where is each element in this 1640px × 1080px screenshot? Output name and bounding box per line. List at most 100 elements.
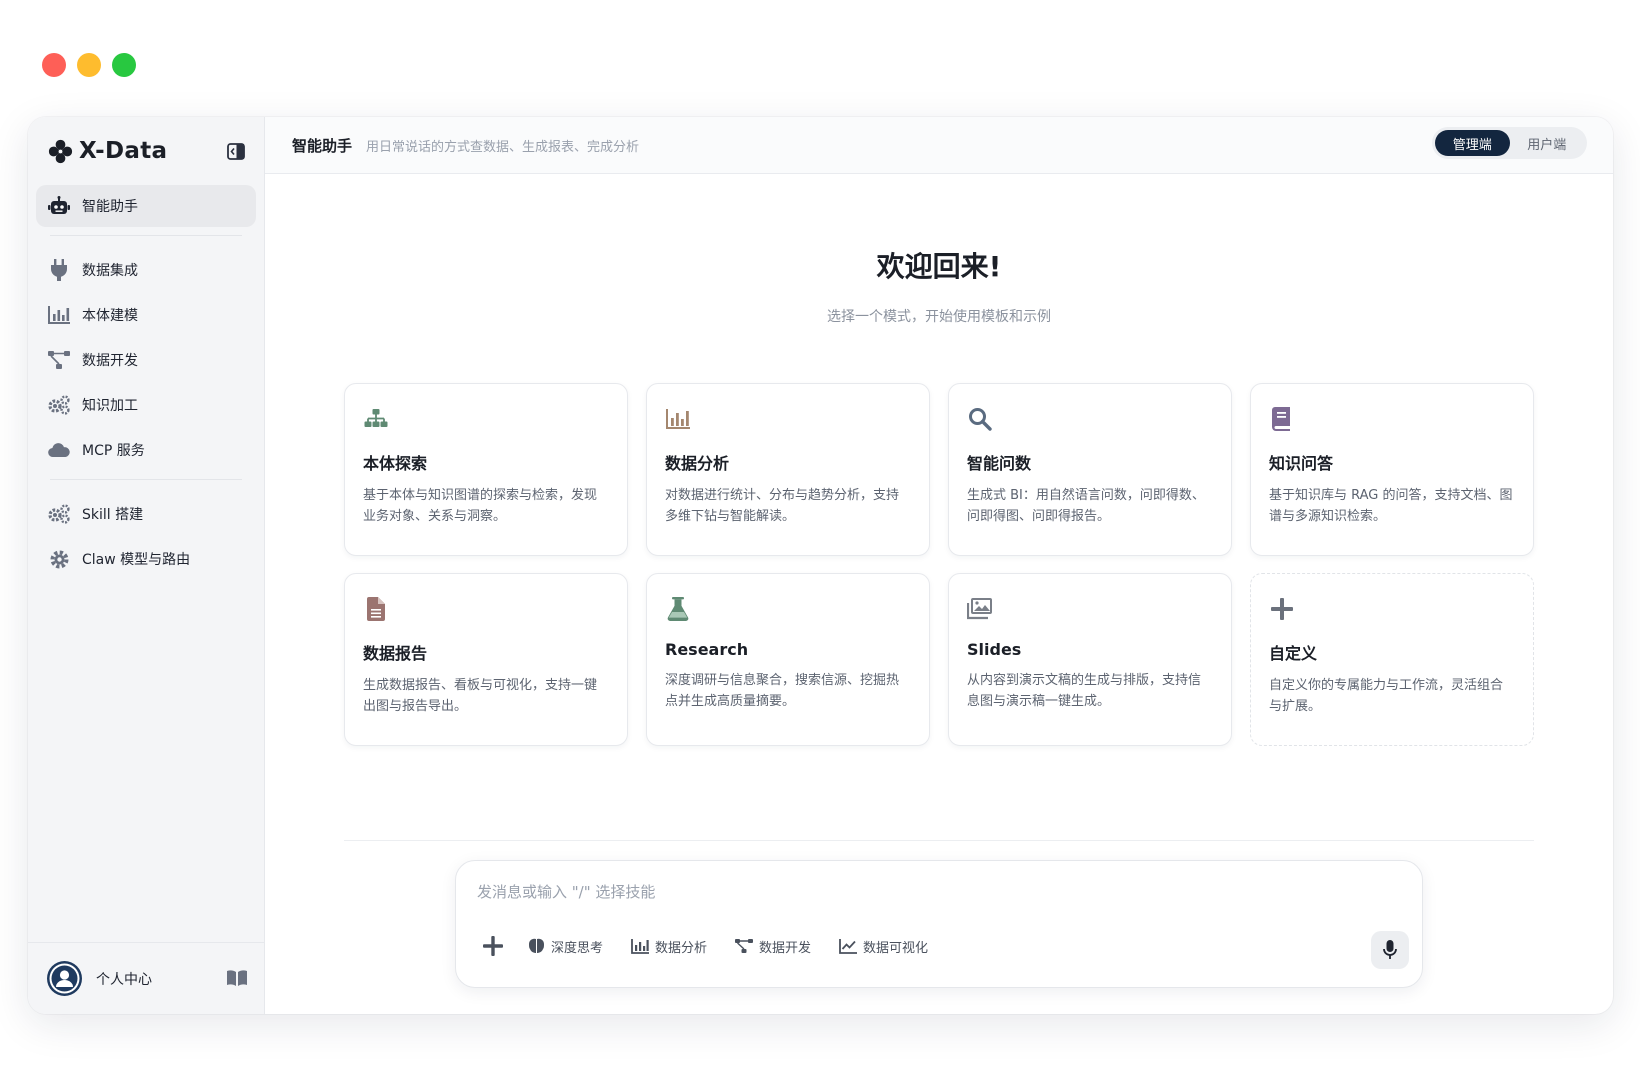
images-icon — [967, 596, 993, 622]
main-panel: 智能助手 用日常说话的方式查数据、生成报表、完成分析 管理端 用户端 欢迎回来!… — [265, 117, 1613, 1014]
card-knowledge-qa[interactable]: 知识问答 基于知识库与 RAG 的问答，支持文档、图谱与多源知识检索。 — [1250, 383, 1534, 556]
plug-icon — [48, 259, 70, 281]
sidebar-item-label: 本体建模 — [82, 308, 138, 324]
card-slides[interactable]: Slides 从内容到演示文稿的生成与排版，支持信息图与演示稿一键生成。 — [948, 573, 1232, 746]
bar-chart-icon — [48, 304, 70, 326]
plus-icon — [483, 936, 503, 956]
book-icon — [1269, 406, 1295, 432]
tool-label: 数据可视化 — [863, 940, 929, 956]
sidebar-item-data-integration[interactable]: 数据集成 — [36, 249, 256, 291]
plus-icon — [1269, 596, 1295, 622]
user-role-button[interactable]: 用户端 — [1510, 130, 1585, 156]
sidebar-item-label: 数据集成 — [82, 263, 138, 279]
card-title: Slides — [967, 640, 1022, 659]
page-subtitle: 用日常说话的方式查数据、生成报表、完成分析 — [366, 139, 640, 155]
sidebar-item-ontology-modeling[interactable]: 本体建模 — [36, 294, 256, 336]
maximize-window-button[interactable] — [112, 53, 136, 77]
sidebar-item-label: MCP 服务 — [82, 443, 145, 459]
card-ontology-explore[interactable]: 本体探索 基于本体与知识图谱的探索与检索，发现业务对象、关系与洞察。 — [344, 383, 628, 556]
card-title: 本体探索 — [363, 454, 428, 473]
composer-toolbar: 深度思考 数据分析 数据开发 数据可视化 — [482, 935, 956, 957]
sidebar-item-mcp-service[interactable]: MCP 服务 — [36, 429, 256, 471]
sidebar-item-knowledge-processing[interactable]: 知识加工 — [36, 384, 256, 426]
gear-icon — [48, 548, 70, 570]
flow-icon — [735, 939, 754, 953]
card-research[interactable]: Research 深度调研与信息聚合，搜索信源、挖掘热点并生成高质量摘要。 — [646, 573, 930, 746]
avatar[interactable] — [47, 961, 82, 996]
deep-thinking-button[interactable]: 深度思考 — [528, 937, 603, 956]
sidebar-item-data-development[interactable]: 数据开发 — [36, 339, 256, 381]
sidebar-nav: 智能助手 数据集成 本体建模 数据开发 知识加工 MCP 服务 Skill 搭建… — [36, 185, 256, 583]
sidebar-item-skill-builder[interactable]: Skill 搭建 — [36, 493, 256, 535]
robot-icon — [48, 195, 70, 217]
page-title: 智能助手 — [292, 136, 353, 155]
card-title: 智能问数 — [967, 454, 1032, 473]
bar-chart-icon — [665, 406, 691, 432]
card-description: 生成数据报告、看板与可视化，支持一键出图与报告导出。 — [363, 678, 598, 714]
message-composer: 深度思考 数据分析 数据开发 数据可视化 — [455, 860, 1423, 988]
sidebar-item-label: 智能助手 — [82, 199, 138, 215]
sidebar-item-label: Skill 搭建 — [82, 507, 144, 523]
data-analysis-tool-button[interactable]: 数据分析 — [631, 937, 707, 956]
brand-logo-icon — [48, 139, 73, 163]
add-attachment-button[interactable] — [482, 935, 504, 957]
welcome-title: 欢迎回来! — [876, 250, 1002, 283]
card-title: 数据报告 — [363, 644, 428, 663]
data-visualization-tool-button[interactable]: 数据可视化 — [839, 937, 928, 956]
flask-icon — [665, 596, 691, 622]
card-title: 数据分析 — [665, 454, 730, 473]
window-controls — [42, 53, 136, 77]
tool-label: 深度思考 — [551, 940, 604, 956]
data-development-tool-button[interactable]: 数据开发 — [735, 937, 811, 956]
line-chart-icon — [839, 938, 858, 954]
card-data-analysis[interactable]: 数据分析 对数据进行统计、分布与趋势分析，支持多维下钻与智能解读。 — [646, 383, 930, 556]
card-title: 知识问答 — [1269, 454, 1334, 473]
sidebar: X-Data 智能助手 数据集成 本体建模 数据开发 知识加工 MCP 服务 S… — [28, 117, 265, 1014]
file-icon — [363, 596, 389, 622]
sidebar-divider — [50, 479, 242, 480]
card-description: 基于知识库与 RAG 的问答，支持文档、图谱与多源知识检索。 — [1269, 488, 1513, 524]
sidebar-footer: 个人中心 — [28, 942, 264, 1014]
mode-cards: 本体探索 基于本体与知识图谱的探索与检索，发现业务对象、关系与洞察。 数据分析 … — [344, 383, 1534, 746]
voice-input-button[interactable] — [1371, 931, 1409, 969]
sitemap-icon — [363, 406, 389, 432]
bar-chart-icon — [631, 938, 650, 954]
minimize-window-button[interactable] — [77, 53, 101, 77]
gears-icon — [48, 394, 70, 416]
sidebar-item-label: 知识加工 — [82, 398, 138, 414]
tool-label: 数据分析 — [655, 940, 708, 956]
card-data-report[interactable]: 数据报告 生成数据报告、看板与可视化，支持一键出图与报告导出。 — [344, 573, 628, 746]
admin-role-button[interactable]: 管理端 — [1435, 130, 1510, 156]
card-description: 基于本体与知识图谱的探索与检索，发现业务对象、关系与洞察。 — [363, 488, 598, 524]
sidebar-item-claw-model-routing[interactable]: Claw 模型与路由 — [36, 538, 256, 580]
close-window-button[interactable] — [42, 53, 66, 77]
flow-icon — [48, 349, 70, 371]
open-book-icon[interactable] — [226, 969, 248, 987]
profile-center-link[interactable]: 个人中心 — [96, 969, 152, 989]
brain-icon — [529, 938, 544, 953]
card-smart-query[interactable]: 智能问数 生成式 BI：用自然语言问数，问即得数、问即得图、问即得报告。 — [948, 383, 1232, 556]
card-description: 自定义你的专属能力与工作流，灵活组合与扩展。 — [1269, 678, 1504, 714]
welcome-subtitle: 选择一个模式，开始使用模板和示例 — [827, 309, 1051, 325]
card-title: Research — [665, 640, 749, 659]
collapse-sidebar-icon[interactable] — [227, 143, 245, 160]
card-description: 从内容到演示文稿的生成与排版，支持信息图与演示稿一键生成。 — [967, 673, 1202, 709]
microphone-icon — [1383, 940, 1397, 959]
role-switch: 管理端 用户端 — [1432, 127, 1587, 159]
tool-label: 数据开发 — [759, 940, 812, 956]
search-icon — [967, 406, 993, 432]
card-title: 自定义 — [1269, 644, 1318, 663]
sidebar-item-label: Claw 模型与路由 — [82, 552, 191, 568]
brand: X-Data — [47, 135, 250, 167]
message-input[interactable] — [477, 883, 1277, 901]
cloud-icon — [48, 439, 70, 461]
gears-icon — [48, 503, 70, 525]
sidebar-item-assistant[interactable]: 智能助手 — [36, 185, 256, 227]
sidebar-divider — [50, 235, 242, 236]
sidebar-item-label: 数据开发 — [82, 353, 138, 369]
brand-name: X-Data — [79, 138, 168, 164]
card-description: 深度调研与信息聚合，搜索信源、挖掘热点并生成高质量摘要。 — [665, 673, 900, 709]
card-description: 对数据进行统计、分布与趋势分析，支持多维下钻与智能解读。 — [665, 488, 900, 524]
card-description: 生成式 BI：用自然语言问数，问即得数、问即得图、问即得报告。 — [967, 488, 1205, 524]
card-custom[interactable]: 自定义 自定义你的专属能力与工作流，灵活组合与扩展。 — [1250, 573, 1534, 746]
